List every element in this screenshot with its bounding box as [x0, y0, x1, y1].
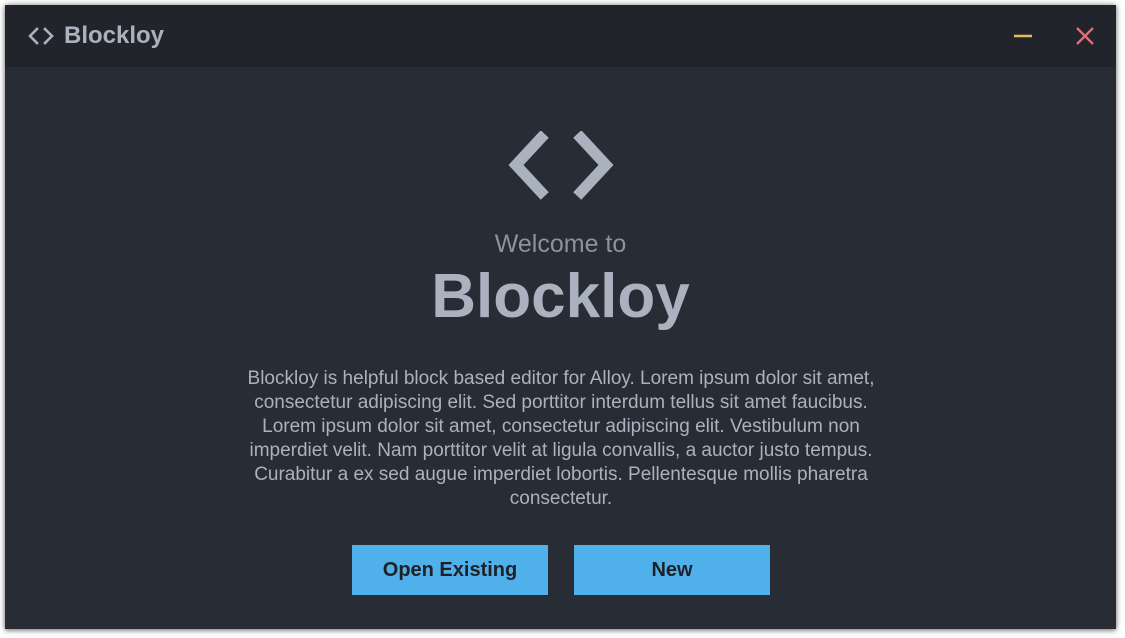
window-title: Blockloy [64, 22, 165, 49]
close-icon [1076, 27, 1094, 45]
minimize-icon [1014, 34, 1032, 38]
code-brackets-icon [27, 24, 55, 48]
open-existing-button[interactable]: Open Existing [352, 545, 548, 595]
app-description: Blockloy is helpful block based editor f… [247, 368, 875, 509]
close-button[interactable] [1070, 21, 1100, 51]
welcome-text: Welcome to [494, 230, 627, 258]
title-bar[interactable]: Blockloy [5, 5, 1116, 67]
app-name-heading: Blockloy [431, 262, 690, 331]
app-window: Blockloy Welcome to Blockloy Blockloy is… [5, 5, 1116, 629]
new-button[interactable]: New [574, 545, 770, 595]
code-brackets-icon [505, 130, 617, 201]
minimize-button[interactable] [1008, 21, 1038, 51]
